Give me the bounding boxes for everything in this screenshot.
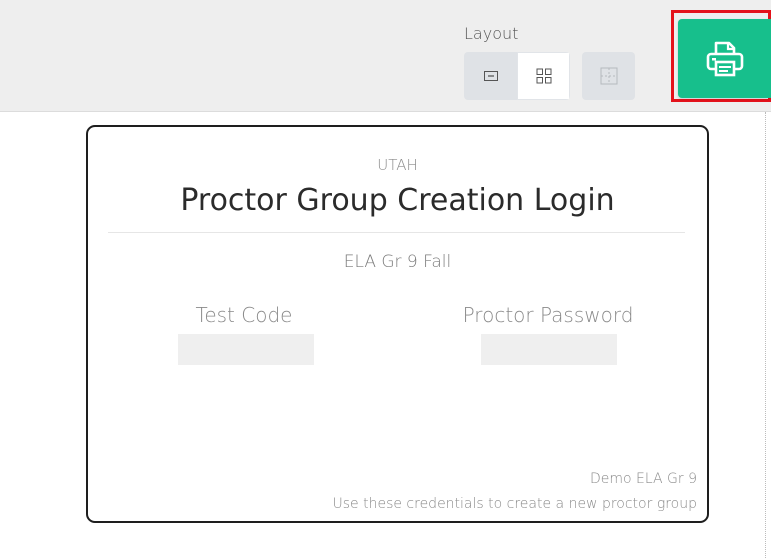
print-button[interactable] <box>678 19 771 98</box>
grid-four-icon <box>536 68 551 84</box>
single-card-icon <box>483 71 498 81</box>
layout-label: Layout <box>464 24 519 43</box>
card-title: Proctor Group Creation Login <box>180 183 615 218</box>
test-name: ELA Gr 9 Fall <box>343 252 452 272</box>
state-label: UTAH <box>377 156 418 174</box>
layout-single-button[interactable] <box>464 52 517 100</box>
grid-lines-icon <box>600 67 617 85</box>
footer-test-title: Demo ELA Gr 9 <box>589 471 697 487</box>
proctor-login-card: UTAH Proctor Group Creation Login ELA Gr… <box>86 125 709 523</box>
footer-note: Use these credentials to create a new pr… <box>332 496 697 512</box>
proctor-password-label: Proctor Password <box>462 303 634 327</box>
layout-grid-lines-button[interactable] <box>582 52 635 100</box>
title-divider <box>108 232 685 233</box>
test-code-value <box>178 334 314 365</box>
proctor-password-value <box>481 334 617 365</box>
printer-icon <box>706 41 743 76</box>
layout-grid-button[interactable] <box>517 52 570 100</box>
test-code-label: Test Code <box>195 303 293 327</box>
toolbar: Layout <box>0 0 771 112</box>
layout-toggle-group <box>464 52 570 100</box>
page-edge-divider <box>765 112 766 558</box>
